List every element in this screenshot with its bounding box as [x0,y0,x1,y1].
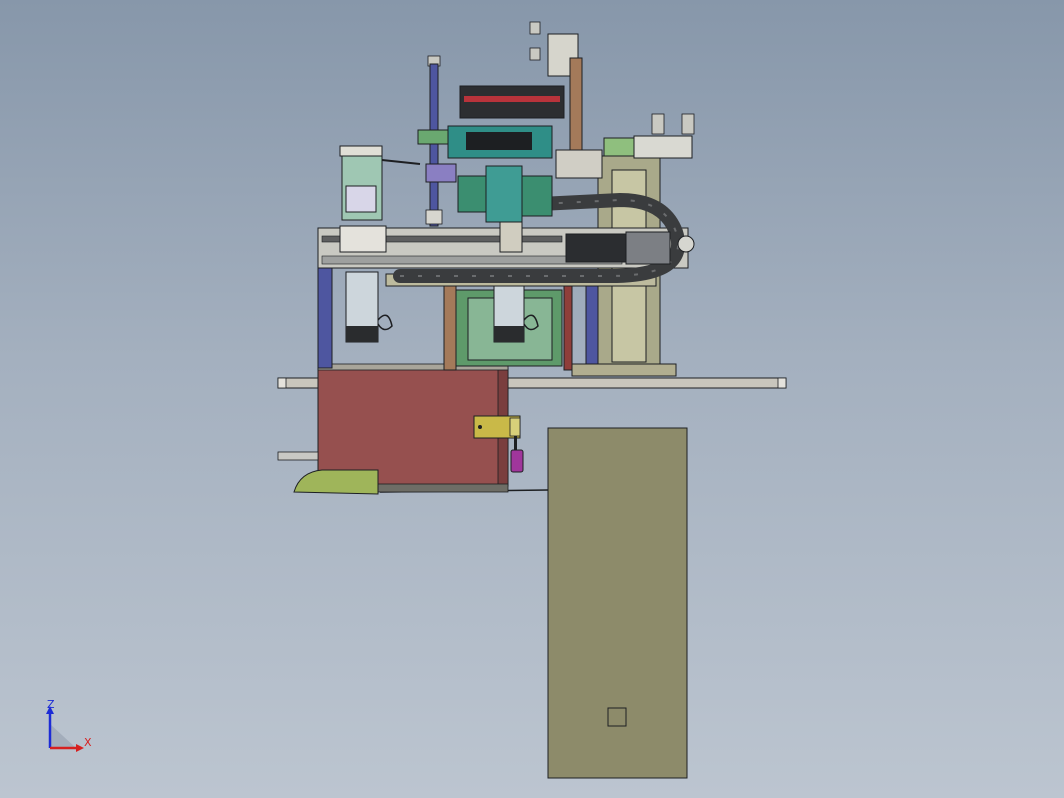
cad-viewport[interactable]: Z X [0,0,1064,798]
cad-model-drawing[interactable] [0,0,1064,798]
x-axis-label: X [84,736,92,749]
triad-xz-plane [50,724,76,748]
cabinet-hinge[interactable] [473,415,521,439]
z-axis-label: Z [47,698,55,711]
left-motor[interactable] [345,271,393,343]
coordinate-triad: Z X [46,698,92,752]
x-axis-arrow [76,744,84,752]
left-pick-head[interactable] [339,145,421,221]
cabinet-handle[interactable] [510,436,524,473]
central-head-assembly[interactable] [417,85,565,253]
